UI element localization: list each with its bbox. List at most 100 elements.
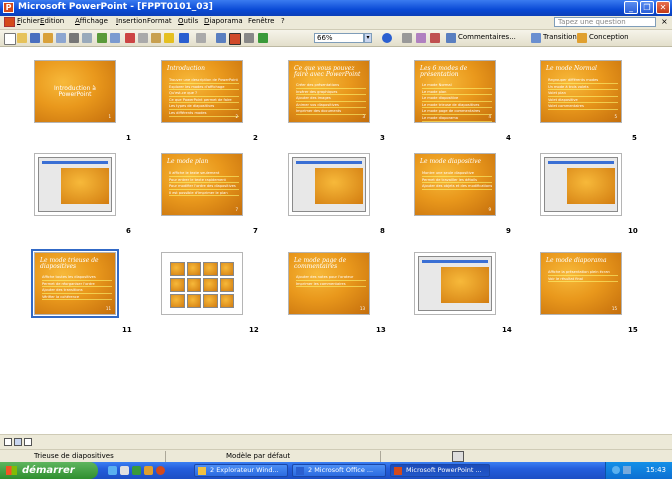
clock: 15:43 <box>645 466 666 474</box>
slide-inner-number: 3 <box>362 114 365 119</box>
slide-title: Introduction à PowerPoint <box>54 85 96 98</box>
taskbar-app-icon <box>394 467 402 475</box>
slide-thumbnail[interactable] <box>414 252 496 315</box>
ie-quicklaunch-icon[interactable] <box>108 466 117 475</box>
spelling-icon[interactable] <box>97 33 107 43</box>
menu-item[interactable]: Fichier <box>17 17 40 25</box>
format-painter-icon[interactable] <box>164 33 174 43</box>
slide-bullet: Regrouper différents modes <box>548 78 618 84</box>
ask-question-input[interactable]: Tapez une question <box>554 17 656 27</box>
transition-icon[interactable] <box>531 33 541 43</box>
color-grayscale-icon[interactable] <box>258 33 268 43</box>
open-icon[interactable] <box>17 33 27 43</box>
slide-thumbnail[interactable] <box>161 252 243 315</box>
close-button[interactable]: ✕ <box>656 1 670 14</box>
close-document-button[interactable]: × <box>661 17 668 26</box>
minimize-button[interactable]: _ <box>624 1 638 14</box>
slide-thumbnail[interactable]: Ce que vous pouvez faire avec PowerPoint… <box>288 60 370 123</box>
slideshow-view-icon[interactable] <box>24 438 32 446</box>
summary-slide-icon[interactable] <box>402 33 412 43</box>
design-icon[interactable] <box>577 33 587 43</box>
slide-inner-number: 7 <box>235 207 238 212</box>
slide-thumbnail[interactable] <box>288 153 370 216</box>
speaker-notes-icon[interactable] <box>416 33 426 43</box>
print-icon[interactable] <box>69 33 79 43</box>
slide-number: 12 <box>249 326 259 334</box>
menu-item[interactable]: Diaporama <box>204 17 243 25</box>
insert-table-icon[interactable] <box>229 33 241 45</box>
taskbar-button-label: 2 Explorateur Wind... <box>210 466 279 474</box>
sorter-preview-cell <box>186 278 201 292</box>
new-icon[interactable] <box>4 33 16 45</box>
comments-button[interactable]: Commentaires... <box>458 33 516 41</box>
spell-check-status-icon[interactable] <box>452 451 464 462</box>
menu-item[interactable]: Fenêtre <box>248 17 274 25</box>
slide-title: Le mode plan <box>167 158 209 165</box>
taskbar-button[interactable]: 2 Microsoft Office ... <box>292 464 386 477</box>
start-label: démarrer <box>22 465 75 476</box>
slide-bullets: Affiche la présentation plein écran Voir … <box>548 270 618 283</box>
save-icon[interactable] <box>30 33 40 43</box>
document-icon[interactable] <box>4 17 15 27</box>
powerpoint-app-icon[interactable]: P <box>3 2 14 13</box>
sorter-preview-cell <box>203 278 218 292</box>
start-button[interactable]: démarrer <box>0 462 98 479</box>
cut-icon[interactable] <box>125 33 135 43</box>
zoom-box[interactable]: 66% <box>314 33 364 43</box>
normal-view-icon[interactable] <box>4 438 12 446</box>
messenger-quicklaunch-icon[interactable] <box>144 466 153 475</box>
slide-thumbnail[interactable]: Le mode diaporama Affiche la présentation… <box>540 252 622 315</box>
slide-bullet: Trouver une description de PowerPoint <box>169 78 239 84</box>
desktop-quicklaunch-icon[interactable] <box>120 466 129 475</box>
restore-button[interactable]: ❐ <box>640 1 654 14</box>
slide-thumbnail[interactable] <box>34 153 116 216</box>
slide-sorter-view-icon[interactable] <box>14 438 22 446</box>
design-button[interactable]: Conception <box>589 33 629 41</box>
slide-thumbnail[interactable]: Introduction Trouver une description de P… <box>161 60 243 123</box>
slide-thumbnail[interactable]: Le mode plan Il affiche le texte seulemen… <box>161 153 243 216</box>
slide-thumbnail[interactable]: Le mode page de commentaires Ajouter des … <box>288 252 370 315</box>
media-quicklaunch-icon[interactable] <box>132 466 141 475</box>
slide-number: 13 <box>376 326 386 334</box>
menu-item[interactable]: Insertion <box>116 17 147 25</box>
opera-quicklaunch-icon[interactable] <box>156 466 165 475</box>
slide-bullet: Ajouter des objets et des modifications <box>422 184 492 190</box>
slide-thumbnail[interactable]: Les 6 modes de présentation Le mode Norma… <box>414 60 496 123</box>
slide-bullet: Les types de diapositives <box>169 104 239 110</box>
slide-bullet: Volet commentaires <box>548 104 618 110</box>
slide-bullet: Imprimer des documents <box>296 109 366 115</box>
slide-thumbnail[interactable]: Le mode diapositive Montre une seule diap… <box>414 153 496 216</box>
slide-bullet: Ajouter des transitions <box>42 288 112 294</box>
research-icon[interactable] <box>110 33 120 43</box>
screenshot-frame <box>544 157 618 212</box>
insert-chart-icon[interactable] <box>216 33 226 43</box>
print-preview-icon[interactable] <box>82 33 92 43</box>
menu-item[interactable]: Edition <box>40 17 64 25</box>
email-icon[interactable] <box>56 33 66 43</box>
redo-icon[interactable] <box>196 33 206 43</box>
taskbar-button[interactable]: Microsoft PowerPoint ... <box>390 464 490 477</box>
network-tray-icon[interactable] <box>612 466 620 474</box>
system-tray: 15:43 <box>605 462 672 479</box>
taskbar-button[interactable]: 2 Explorateur Wind... <box>194 464 288 477</box>
paste-icon[interactable] <box>151 33 161 43</box>
slide-thumbnail[interactable]: Le mode trieuse de diapositives Affiche t… <box>31 249 119 318</box>
slide-thumbnail[interactable]: Introduction à PowerPoint 1 <box>34 60 116 123</box>
comment-icon[interactable] <box>446 33 456 43</box>
transition-button[interactable]: Transition <box>543 33 577 41</box>
tables-borders-icon[interactable] <box>244 33 254 43</box>
slide-thumbnail[interactable]: Le mode Normal Regrouper différents modes… <box>540 60 622 123</box>
menu-item[interactable]: ? <box>281 17 285 25</box>
volume-tray-icon[interactable] <box>623 466 631 474</box>
menu-item[interactable]: Format <box>147 17 172 25</box>
permission-icon[interactable] <box>43 33 53 43</box>
help-icon[interactable] <box>382 33 392 43</box>
slide-thumbnail[interactable] <box>540 153 622 216</box>
menu-item[interactable]: Outils <box>178 17 198 25</box>
hide-slide-icon[interactable] <box>430 33 440 43</box>
undo-icon[interactable] <box>179 33 189 43</box>
zoom-dropdown-icon[interactable]: ▾ <box>364 33 372 43</box>
copy-icon[interactable] <box>138 33 148 43</box>
slide-inner-number: 2 <box>235 114 238 119</box>
menu-item[interactable]: Affichage <box>75 17 108 25</box>
